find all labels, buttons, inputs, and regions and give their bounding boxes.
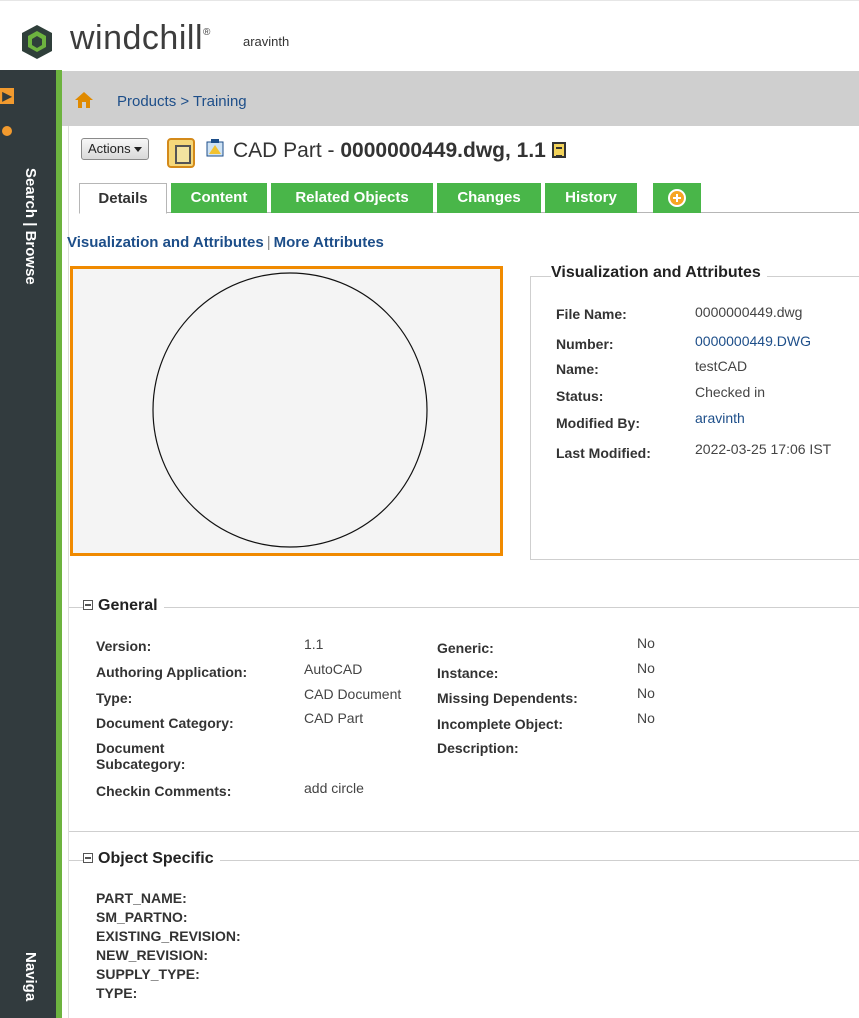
spec-key-new-revision: NEW_REVISION: [96, 947, 209, 963]
page-title: CAD Part - 0000000449.dwg, 1.1 [233, 139, 566, 163]
general-key-incomplete-object: Incomplete Object: [437, 716, 564, 732]
general-key-doc-subcategory: Document Subcategory: [96, 740, 186, 772]
general-key-checkin: Checkin Comments: [96, 783, 232, 799]
tab-changes[interactable]: Changes [437, 183, 541, 213]
document-info-icon[interactable] [167, 138, 195, 168]
rail-accent-strip [56, 70, 62, 1018]
subnav-more-attributes-link[interactable]: More Attributes [274, 234, 384, 251]
note-icon[interactable] [551, 142, 566, 158]
general-key-doc-category: Document Category: [96, 715, 234, 731]
general-key-description: Description: [437, 740, 519, 756]
general-value-instance: No [637, 660, 655, 676]
add-tab-button[interactable] [653, 183, 701, 213]
general-value-checkin: add circle [304, 780, 364, 796]
general-section-title[interactable]: General [83, 597, 164, 615]
main-content: Actions CAD Part - 0000000449.dwg, 1.1 D… [67, 126, 859, 1018]
general-key-instance: Instance: [437, 665, 499, 681]
general-key-generic: Generic: [437, 640, 494, 656]
visualization-viewer[interactable] [70, 266, 503, 556]
subnav-visualization-link[interactable]: Visualization and Attributes [67, 234, 264, 251]
breadcrumb-path[interactable]: Products > Training [117, 93, 247, 110]
general-value-type: CAD Document [304, 686, 402, 702]
subnav: Visualization and Attributes | More Attrib… [67, 234, 384, 251]
number-link[interactable]: 0000000449.DWG [695, 333, 811, 349]
general-value-incomplete-object: No [637, 710, 655, 726]
plus-icon [668, 189, 686, 207]
general-value-generic: No [637, 635, 655, 651]
left-navigator-rail: ▶ Search | Browse Naviga [0, 70, 62, 1018]
collapse-icon[interactable] [83, 600, 93, 610]
tab-content[interactable]: Content [171, 183, 267, 213]
cad-thumbnail [152, 272, 428, 548]
search-browse-tab[interactable]: Search | Browse [22, 168, 39, 285]
windchill-logo-icon [22, 25, 52, 59]
general-value-doc-category: CAD Part [304, 710, 364, 726]
spec-key-part-name: PART_NAME: [96, 890, 187, 906]
page-header: Actions CAD Part - 0000000449.dwg, 1.1 [81, 136, 851, 168]
home-icon[interactable] [75, 92, 93, 108]
tab-history[interactable]: History [545, 183, 637, 213]
top-bar: windchill® aravinth [0, 0, 859, 70]
actions-menu-button[interactable]: Actions [81, 138, 149, 160]
tab-details[interactable]: Details [79, 183, 167, 214]
subnav-separator: | [266, 234, 271, 251]
general-value-missing-dependents: No [637, 685, 655, 701]
current-user[interactable]: aravinth [243, 34, 289, 49]
general-value-authoring: AutoCAD [304, 661, 363, 677]
spec-key-sm-partno: SM_PARTNO: [96, 909, 188, 925]
modified-by-link[interactable]: aravinth [695, 410, 745, 426]
attributes-legend: Visualization and Attributes [551, 264, 767, 282]
cad-part-icon [206, 139, 224, 157]
collapse-icon[interactable] [83, 853, 93, 863]
search-icon[interactable] [2, 126, 12, 136]
spec-key-existing-revision: EXISTING_REVISION: [96, 928, 241, 944]
tab-bar: Details Content Related Objects Changes … [79, 183, 859, 214]
navigator-tab[interactable]: Naviga [22, 952, 39, 1001]
brand-name[interactable]: windchill® [70, 19, 211, 58]
general-key-version: Version: [96, 638, 152, 654]
chevron-down-icon [133, 147, 142, 153]
general-key-authoring: Authoring Application: [96, 664, 248, 680]
spec-key-type: TYPE: [96, 985, 138, 1001]
breadcrumb: Products > Training [62, 71, 859, 126]
tab-related-objects[interactable]: Related Objects [271, 183, 433, 213]
spec-key-supply-type: SUPPLY_TYPE: [96, 966, 200, 982]
general-value-version: 1.1 [304, 636, 324, 652]
general-key-type: Type: [96, 690, 133, 706]
expand-rail-button[interactable]: ▶ [0, 88, 14, 104]
general-key-missing-dependents: Missing Dependents: [437, 690, 578, 706]
object-specific-section-title[interactable]: Object Specific [83, 850, 220, 868]
